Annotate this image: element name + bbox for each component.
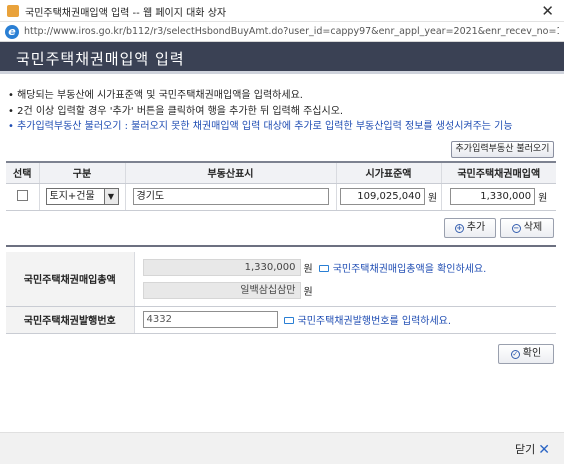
- confirm-button[interactable]: ✓ 확인: [498, 344, 554, 364]
- column-header-type: 구분: [38, 161, 125, 184]
- table-row: 토지+건물 ▼ 경기도 109,025,040 원 1,330,000 원: [6, 183, 556, 211]
- address-url[interactable]: http://www.iros.go.kr/b112/r3/selectHsbo…: [24, 26, 559, 37]
- property-table: 선택 구분 부동산표시 시가표준액 국민주택채권매입액 토지+건물 ▼ 경기도 …: [6, 161, 556, 211]
- instructions: • 해당되는 부동산에 시가표준액 및 국민주택채권매입액을 입력하세요. • …: [8, 88, 558, 135]
- window-close-icon[interactable]: ✕: [541, 1, 554, 21]
- check-icon: ✓: [510, 350, 520, 359]
- total-amount-label: 국민주택채권매입총액: [6, 252, 134, 307]
- hint-arrow-icon: [318, 264, 329, 272]
- minus-icon: −: [511, 224, 521, 233]
- load-extra-property-button[interactable]: 추가입력부동산 불러오기: [451, 141, 554, 158]
- column-header-bond-amount: 국민주택채권매입액: [440, 161, 556, 184]
- address-bar: e http://www.iros.go.kr/b112/r3/selectHs…: [0, 22, 564, 42]
- bond-issue-number-label: 국민주택채권발행번호: [6, 306, 134, 334]
- add-row-button[interactable]: + 추가: [444, 218, 496, 238]
- window-title: 국민주택채권매입액 입력 -- 웹 페이지 대화 상자: [25, 8, 227, 19]
- hint-arrow-icon: [283, 317, 294, 324]
- standard-price-input[interactable]: 109,025,040: [339, 188, 425, 205]
- page-title: 국민주택채권매입액 입력: [16, 50, 185, 68]
- currency-unit: 원: [303, 263, 313, 275]
- instruction-line: • 2건 이상 입력할 경우 '추가' 버튼을 클릭하여 행을 추가한 뒤 입력…: [8, 105, 344, 117]
- column-header-property: 부동산표시: [124, 161, 336, 184]
- bond-issue-number-hint: 국민주택채권발행번호를 입력하세요.: [297, 316, 452, 327]
- chevron-down-icon: ▼: [103, 189, 118, 204]
- property-address-input[interactable]: 경기도: [132, 188, 329, 205]
- browser-icon: e: [5, 25, 19, 39]
- window-titlebar: 국민주택채권매입액 입력 -- 웹 페이지 대화 상자 ✕: [0, 0, 564, 22]
- confirm-label: 확인: [522, 348, 542, 359]
- close-label: 닫기: [515, 443, 536, 456]
- plus-icon: +: [454, 224, 464, 233]
- bond-amount-input[interactable]: 1,330,000: [450, 188, 536, 205]
- summary-table: 국민주택채권매입총액 1,330,000 원 국민주택채권매입총액을 확인하세요…: [6, 252, 556, 334]
- column-header-select: 선택: [6, 161, 39, 184]
- currency-unit: 원: [427, 193, 438, 204]
- type-select-value: 토지+건물: [49, 191, 95, 202]
- row-select-checkbox[interactable]: [16, 189, 28, 201]
- dialog-header: 국민주택채권매입액 입력: [0, 42, 564, 74]
- dialog-footer: 닫기 ✕: [0, 432, 564, 464]
- total-amount-korean: 일백삼십삼만: [142, 281, 301, 299]
- total-amount-value: 1,330,000: [142, 258, 301, 276]
- close-icon: ✕: [538, 442, 550, 458]
- currency-unit: 원: [538, 193, 548, 204]
- bond-issue-number-input[interactable]: 4332: [142, 311, 278, 328]
- column-header-standard-price: 시가표준액: [335, 161, 441, 184]
- section-divider: [6, 245, 556, 247]
- instruction-line-load: • 추가입력부동산 불러오기 : 불러오지 못한 채권매입액 입력 대상에 추가…: [8, 121, 513, 132]
- add-row-label: 추가: [466, 222, 486, 233]
- currency-unit: 원: [303, 286, 313, 298]
- window-app-icon: [7, 5, 19, 17]
- delete-row-label: 삭제: [523, 222, 543, 233]
- delete-row-button[interactable]: − 삭제: [500, 218, 554, 238]
- total-amount-hint: 국민주택채권매입총액을 확인하세요.: [332, 263, 487, 275]
- close-button[interactable]: 닫기 ✕: [515, 441, 550, 458]
- instruction-line: • 해당되는 부동산에 시가표준액 및 국민주택채권매입액을 입력하세요.: [8, 90, 303, 101]
- type-select[interactable]: 토지+건물 ▼: [45, 188, 119, 205]
